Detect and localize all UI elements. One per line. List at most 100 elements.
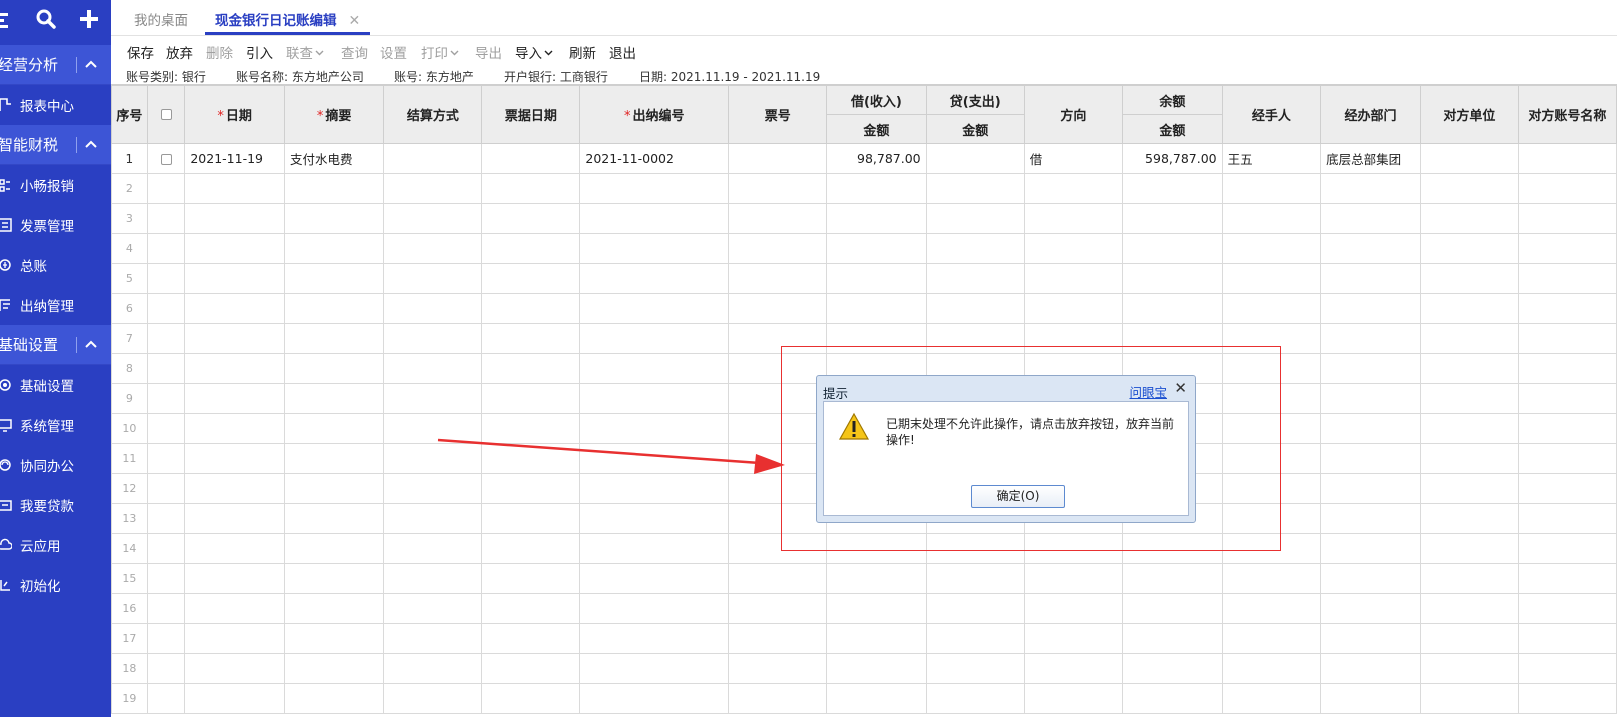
dialog-title: 提示: [823, 386, 849, 401]
sidebar-item-ledger[interactable]: 总账: [0, 245, 111, 285]
delete-button[interactable]: 删除: [206, 42, 233, 62]
col-bill-no: 票号: [728, 85, 828, 144]
table-row[interactable]: 15: [111, 563, 1617, 594]
alert-dialog: 提示 问眼宝 ✕ 已期末处理不允许此操作，请点击放弃按钮，放弃当前操作! 确定(…: [816, 375, 1196, 523]
chevron-down-icon: [544, 50, 553, 56]
col-bill-date: 票据日期: [481, 85, 581, 144]
account-name: 账号名称: 东方地产公司: [236, 70, 364, 84]
date-range: 日期: 2021.11.19 - 2021.11.19: [639, 70, 821, 84]
sidebar: 经营分析 报表中心 智能财税 小畅报销 发票管理 总账 出纳管理 基础设置 基础…: [0, 0, 111, 717]
invoice-icon: [0, 218, 12, 232]
col-balance-amount: 金额: [1122, 114, 1223, 144]
col-debit: 借(收入): [826, 85, 927, 115]
toolbar: 保存 放弃 删除 引入 联查 查询 设置 打印 导出 导入 刷新 退出: [111, 37, 1617, 65]
table-row[interactable]: 18: [111, 653, 1617, 684]
col-counter-account: 对方账号名称: [1517, 85, 1617, 144]
cell-dept[interactable]: 底层总部集团: [1320, 143, 1421, 174]
cell-settle[interactable]: [383, 143, 483, 174]
init-icon: [0, 580, 10, 591]
help-link[interactable]: 问眼宝: [1129, 382, 1167, 401]
table-row[interactable]: 19: [111, 683, 1617, 714]
account-number: 账号: 东方地产: [394, 70, 474, 84]
sidebar-item-collab[interactable]: 协同办公: [0, 445, 111, 485]
import-button[interactable]: 导入: [515, 42, 553, 62]
col-select-all[interactable]: [146, 85, 186, 144]
cell-credit[interactable]: [925, 143, 1025, 174]
reimburse-icon: [0, 179, 10, 192]
col-settle: 结算方式: [383, 85, 483, 144]
col-credit-amount: 金额: [925, 114, 1025, 144]
refresh-button[interactable]: 刷新: [569, 42, 596, 62]
col-counterparty: 对方单位: [1419, 85, 1519, 144]
sidebar-item-init[interactable]: 初始化: [0, 565, 111, 605]
row-checkbox[interactable]: [160, 154, 172, 165]
col-handler: 经手人: [1221, 85, 1322, 144]
col-date: * 日期: [184, 85, 285, 144]
table-row[interactable]: 16: [111, 593, 1617, 624]
sidebar-item-system[interactable]: 系统管理: [0, 405, 111, 445]
query-button[interactable]: 查询: [341, 42, 368, 62]
cell-direction[interactable]: 借: [1023, 143, 1124, 174]
cell-counterparty[interactable]: [1419, 143, 1519, 174]
cell-cashier-no[interactable]: 2021-11-0002: [579, 143, 730, 174]
export-button[interactable]: 导出: [475, 42, 502, 62]
bank-name: 开户银行: 工商银行: [504, 70, 608, 84]
print-button[interactable]: 打印: [421, 42, 459, 62]
table-row[interactable]: 4: [111, 233, 1617, 264]
table-row[interactable]: 2: [111, 173, 1617, 204]
sidebar-item-report-center[interactable]: 报表中心: [0, 85, 111, 125]
col-seq: 序号: [111, 85, 148, 144]
search-icon[interactable]: [35, 8, 57, 38]
close-icon[interactable]: ✕: [1174, 379, 1187, 397]
chevron-up-icon: [85, 140, 97, 148]
table-row[interactable]: 5: [111, 263, 1617, 294]
linked-query-button[interactable]: 联查: [286, 42, 324, 62]
close-icon[interactable]: ✕: [349, 13, 361, 29]
cell-summary[interactable]: 支付水电费: [283, 143, 385, 174]
import-in-button[interactable]: 引入: [246, 42, 273, 62]
col-dept: 经办部门: [1320, 85, 1421, 144]
settings-button[interactable]: 设置: [380, 42, 407, 62]
sidebar-item-reimburse[interactable]: 小畅报销: [0, 165, 111, 205]
col-balance: 余额: [1122, 85, 1223, 115]
cloud-icon: [0, 538, 12, 550]
sidebar-item-basic-settings[interactable]: 基础设置: [0, 365, 111, 405]
cell-bill-date[interactable]: [481, 143, 581, 174]
list-icon[interactable]: [0, 8, 12, 38]
collab-icon: [0, 459, 11, 471]
cell-date[interactable]: 2021-11-19: [184, 143, 285, 174]
loan-icon: [0, 500, 12, 511]
account-type: 账号类别: 银行: [126, 70, 206, 84]
exit-button[interactable]: 退出: [609, 42, 636, 62]
sidebar-item-invoice[interactable]: 发票管理: [0, 205, 111, 245]
cashier-icon: [0, 299, 10, 311]
tab-cash-bank-journal-edit[interactable]: 现金银行日记账编辑 ✕: [205, 8, 371, 35]
sidebar-group-basic-settings[interactable]: 基础设置: [0, 325, 111, 365]
col-summary: * 摘要: [283, 85, 385, 144]
discard-button[interactable]: 放弃: [166, 42, 193, 62]
sidebar-item-cashier[interactable]: 出纳管理: [0, 285, 111, 325]
system-icon: [0, 419, 12, 432]
sidebar-topbar: [0, 0, 111, 45]
dialog-message: 已期末处理不允许此操作，请点击放弃按钮，放弃当前操作!: [886, 417, 1175, 447]
plus-icon[interactable]: [78, 8, 100, 38]
chevron-down-icon: [450, 50, 459, 56]
sidebar-group-business-analysis[interactable]: 经营分析: [0, 45, 111, 85]
cell-debit[interactable]: 98,787.00: [826, 143, 927, 174]
sidebar-item-cloud[interactable]: 云应用: [0, 525, 111, 565]
cell-bill-no[interactable]: [728, 143, 828, 174]
table-row[interactable]: 3: [111, 203, 1617, 234]
table-row[interactable]: 1 2021-11-19 支付水电费 2021-11-0002 98,787.0…: [111, 143, 1617, 174]
cell-balance[interactable]: 598,787.00: [1122, 143, 1223, 174]
sidebar-group-smart-tax[interactable]: 智能财税: [0, 125, 111, 165]
cell-handler[interactable]: 王五: [1221, 143, 1322, 174]
tab-my-desktop[interactable]: 我的桌面: [124, 8, 198, 35]
save-button[interactable]: 保存: [127, 42, 154, 62]
sidebar-item-loan[interactable]: 我要贷款: [0, 485, 111, 525]
ledger-icon: [0, 259, 11, 271]
select-all-checkbox[interactable]: [160, 109, 172, 120]
table-row[interactable]: 6: [111, 293, 1617, 324]
cell-counter-account[interactable]: [1517, 143, 1617, 174]
ok-button[interactable]: 确定(O): [971, 485, 1065, 508]
table-row[interactable]: 17: [111, 623, 1617, 654]
